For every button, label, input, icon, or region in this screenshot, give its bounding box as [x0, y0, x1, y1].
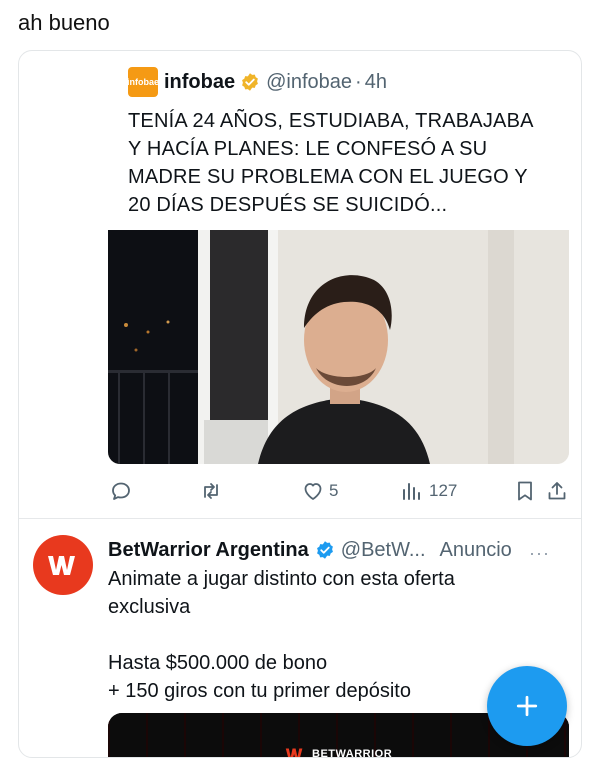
ad-media-brand: BETWARRIOR [282, 746, 393, 758]
quoted-author-name[interactable]: infobae [164, 71, 235, 94]
advertiser-name[interactable]: BetWarrior Argentina [108, 539, 309, 562]
quoted-post-header: infobae infobae @infobae · 4h [127, 67, 387, 97]
like-icon [304, 483, 322, 500]
quoted-post-photo[interactable] [108, 230, 569, 464]
reply-button[interactable] [109, 476, 133, 506]
views-count: 127 [429, 481, 458, 500]
infobae-logo[interactable]: infobae [127, 67, 159, 97]
quoted-author-handle[interactable]: @infobae [266, 71, 352, 94]
bookmark-button[interactable] [513, 476, 537, 506]
views-button[interactable]: 127 [399, 476, 457, 506]
share-icon [548, 482, 566, 500]
quoted-text-line: Y HACÍA PLANES: LE CONFESÓ A SU [128, 138, 488, 160]
verified-gold-icon [242, 73, 259, 91]
like-count: 5 [329, 481, 339, 500]
betwarrior-logo-icon [48, 556, 75, 575]
photo-illustration [108, 230, 569, 464]
like-button[interactable]: 5 [301, 476, 338, 506]
verified-blue-icon [316, 541, 333, 559]
ad-text-line: + 150 giros con tu primer depósito [108, 680, 411, 702]
ad-text-line: Animate a jugar distinto con esta oferta [108, 568, 455, 590]
reply-icon [112, 482, 130, 500]
post-timestamp[interactable]: 4h [365, 71, 387, 94]
share-button[interactable] [545, 476, 569, 506]
ad-media-brand-text: BETWARRIOR [312, 748, 393, 758]
repost-icon [204, 483, 218, 499]
advertiser-avatar[interactable] [33, 535, 93, 595]
advertiser-handle[interactable]: @BetW... [341, 539, 426, 562]
compose-button[interactable] [487, 666, 567, 746]
views-icon [403, 483, 420, 500]
ad-header: BetWarrior Argentina @BetW... Anuncio [108, 535, 512, 565]
more-options-icon[interactable]: ··· [529, 543, 550, 564]
ad-text-line [108, 621, 548, 649]
quoted-text-line: TENÍA 24 AÑOS, ESTUDIABA, TRABAJABA [128, 110, 534, 132]
ad-text-line: exclusiva [108, 596, 191, 618]
quoted-post[interactable]: infobae infobae @infobae · 4h TENÍA 24 A… [108, 51, 569, 511]
post-card[interactable]: infobae infobae @infobae · 4h TENÍA 24 A… [18, 50, 582, 758]
ad-text-line: Hasta $500.000 de bono [108, 652, 328, 674]
bookmark-icon [518, 481, 532, 501]
post-actions-bar: 5 127 [109, 476, 569, 506]
quoted-text-line: MADRE SU PROBLEMA CON EL JUEGO Y [128, 166, 528, 188]
divider [19, 518, 581, 519]
separator-dot: · [355, 70, 362, 93]
ad-text: Animate a jugar distinto con esta oferta… [108, 565, 548, 705]
repost-button[interactable] [199, 476, 223, 506]
quoted-post-text: TENÍA 24 AÑOS, ESTUDIABA, TRABAJABA Y HA… [128, 107, 558, 219]
ad-label: Anuncio [439, 538, 512, 561]
betwarrior-mark-icon [285, 748, 303, 757]
post-caption: ah bueno [18, 10, 110, 35]
plus-icon [516, 695, 538, 717]
quoted-text-line: 20 DÍAS DESPUÉS SE SUICIDÓ... [128, 194, 448, 216]
